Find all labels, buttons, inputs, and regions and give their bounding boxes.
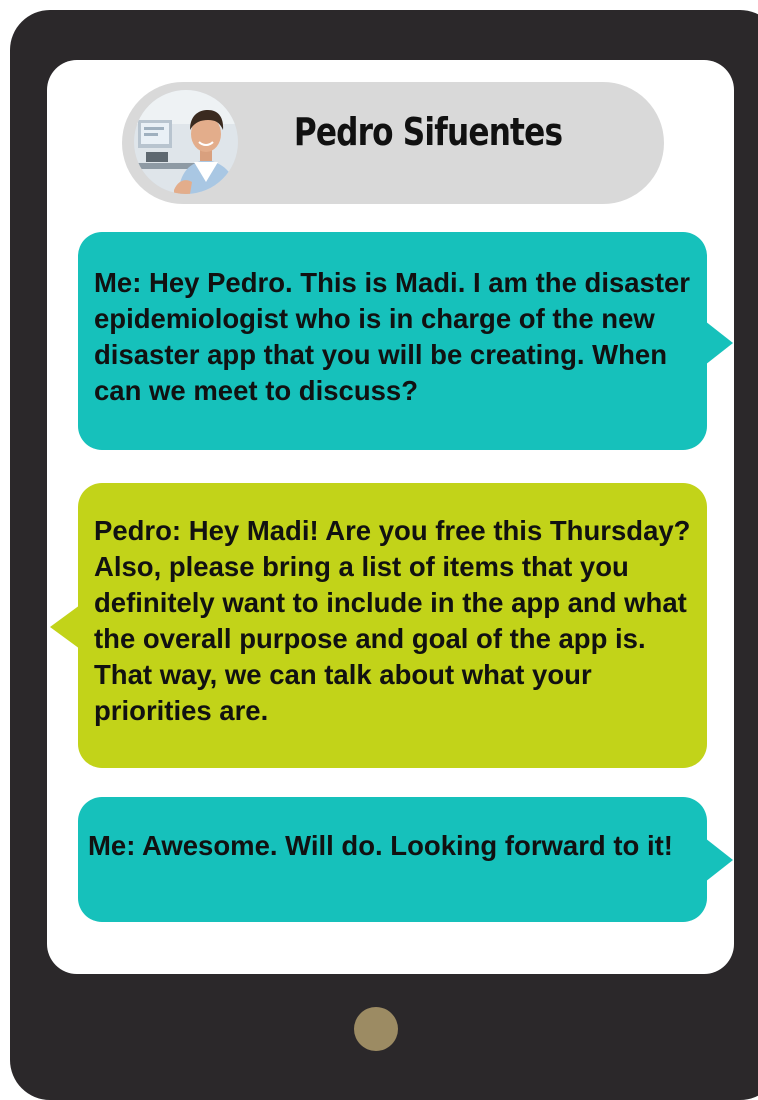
bubble-tail-right: [705, 321, 733, 365]
message-bubble-outgoing[interactable]: Me: Hey Pedro. This is Madi. I am the di…: [78, 232, 707, 450]
message-bubble-incoming[interactable]: Pedro: Hey Madi! Are you free this Thurs…: [78, 483, 707, 768]
bubble-tail-left: [50, 605, 80, 649]
message-text: Me: Awesome. Will do. Looking forward to…: [88, 830, 673, 861]
message-bubble-outgoing[interactable]: Me: Awesome. Will do. Looking forward to…: [78, 797, 707, 922]
contact-name: Pedro Sifuentes: [293, 110, 563, 154]
contact-avatar[interactable]: [134, 90, 238, 194]
message-text: Pedro: Hey Madi! Are you free this Thurs…: [94, 515, 691, 726]
bubble-tail-right: [705, 838, 733, 882]
home-button[interactable]: [354, 1007, 398, 1051]
avatar-photo-icon: [134, 90, 238, 194]
message-text: Me: Hey Pedro. This is Madi. I am the di…: [94, 267, 691, 406]
